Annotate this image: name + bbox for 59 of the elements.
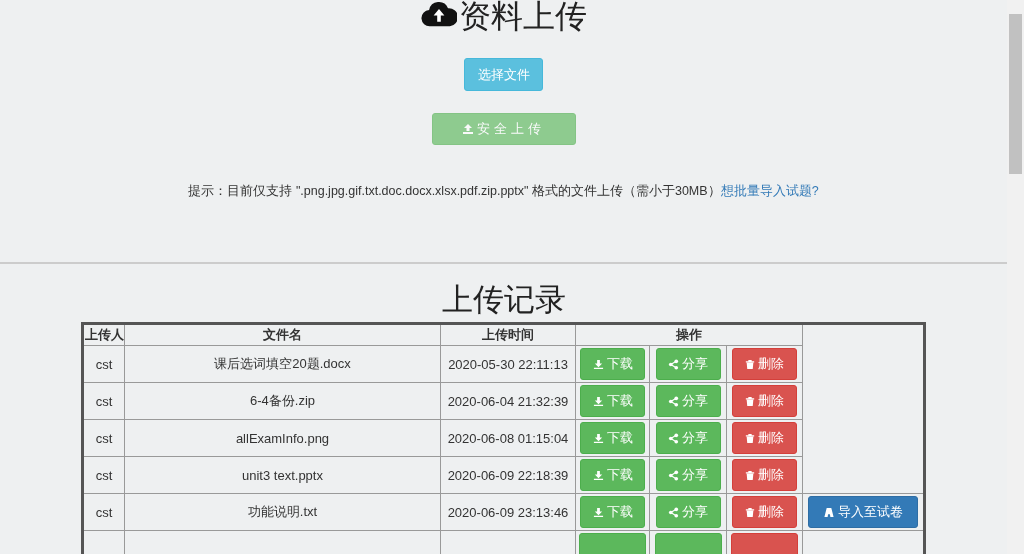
table-cell: 6-4备份.zip — [124, 382, 441, 420]
column-header: 上传时间 — [440, 323, 576, 346]
download-icon — [592, 432, 604, 444]
road-icon — [823, 506, 835, 518]
hint-text: 提示：目前仅支持 ".png.jpg.gif.txt.doc.docx.xlsx.pdf.zip.pptx" 格式的文件上传（需小于30MB）想批量导入试题? — [188, 183, 819, 200]
download-icon — [592, 469, 604, 481]
download-icon — [592, 506, 604, 518]
download-button[interactable]: 下载 — [580, 348, 645, 380]
delete-button[interactable]: 删除 — [732, 496, 797, 528]
table-cell: 2020-06-04 21:32:39 — [440, 382, 576, 420]
table-cell: cst — [82, 382, 125, 420]
column-header: 操作 — [575, 323, 803, 346]
table-cell: cst — [82, 345, 125, 383]
trash-icon — [745, 395, 755, 407]
download-icon — [592, 358, 604, 370]
table-cell: cst — [82, 456, 125, 494]
delete-button[interactable]: 删除 — [732, 385, 797, 417]
table-cell: 功能说明.txt — [124, 493, 441, 531]
upload-icon — [462, 123, 474, 135]
cloud-upload-icon — [420, 1, 457, 28]
share-button[interactable]: 分享 — [655, 385, 721, 417]
table-cell: allExamInfo.png — [124, 419, 441, 457]
scrollbar-thumb[interactable] — [1009, 14, 1022, 174]
share-button[interactable]: 分享 — [655, 348, 721, 380]
column-header: 文件名 — [124, 323, 441, 346]
column-header: 上传人 — [82, 323, 125, 346]
trash-icon — [745, 432, 755, 444]
share-button[interactable]: 分享 — [655, 496, 721, 528]
table-cell: 2020-06-09 22:18:39 — [440, 456, 576, 494]
table-cell: 2020-06-08 01:15:04 — [440, 419, 576, 457]
share-icon — [668, 395, 679, 407]
table-cell: cst — [82, 419, 125, 457]
share-icon — [668, 506, 679, 518]
trash-icon — [745, 469, 755, 481]
batch-import-link[interactable]: 想批量导入试题? — [720, 184, 819, 198]
import-to-paper-button[interactable]: 导入至试卷 — [808, 496, 918, 528]
table-cell: 课后选词填空20题.docx — [124, 345, 441, 383]
trash-icon — [745, 358, 755, 370]
trash-icon — [745, 506, 755, 518]
table-cell: 2020-06-09 23:13:46 — [440, 493, 576, 531]
section-title: 上传记录 — [441, 282, 566, 318]
table-cell: unit3 text.pptx — [124, 456, 441, 494]
share-icon — [668, 358, 679, 370]
download-button[interactable]: 下载 — [580, 422, 645, 454]
download-button[interactable]: 下载 — [580, 496, 645, 528]
share-icon — [668, 469, 679, 481]
share-button[interactable]: 分享 — [655, 459, 721, 491]
share-icon — [668, 432, 679, 444]
table-cell: 2020-05-30 22:11:13 — [440, 345, 576, 383]
delete-button[interactable]: 删除 — [732, 348, 797, 380]
page-title: 资料上传 — [458, 0, 587, 36]
download-icon — [592, 395, 604, 407]
table-cell: cst — [82, 493, 125, 531]
download-button[interactable]: 下载 — [580, 385, 645, 417]
delete-button[interactable]: 删除 — [732, 422, 797, 454]
share-button[interactable]: 分享 — [655, 422, 721, 454]
choose-file-button[interactable]: 选择文件 — [464, 58, 543, 91]
download-button[interactable]: 下载 — [580, 459, 645, 491]
delete-button[interactable]: 删除 — [732, 459, 797, 491]
